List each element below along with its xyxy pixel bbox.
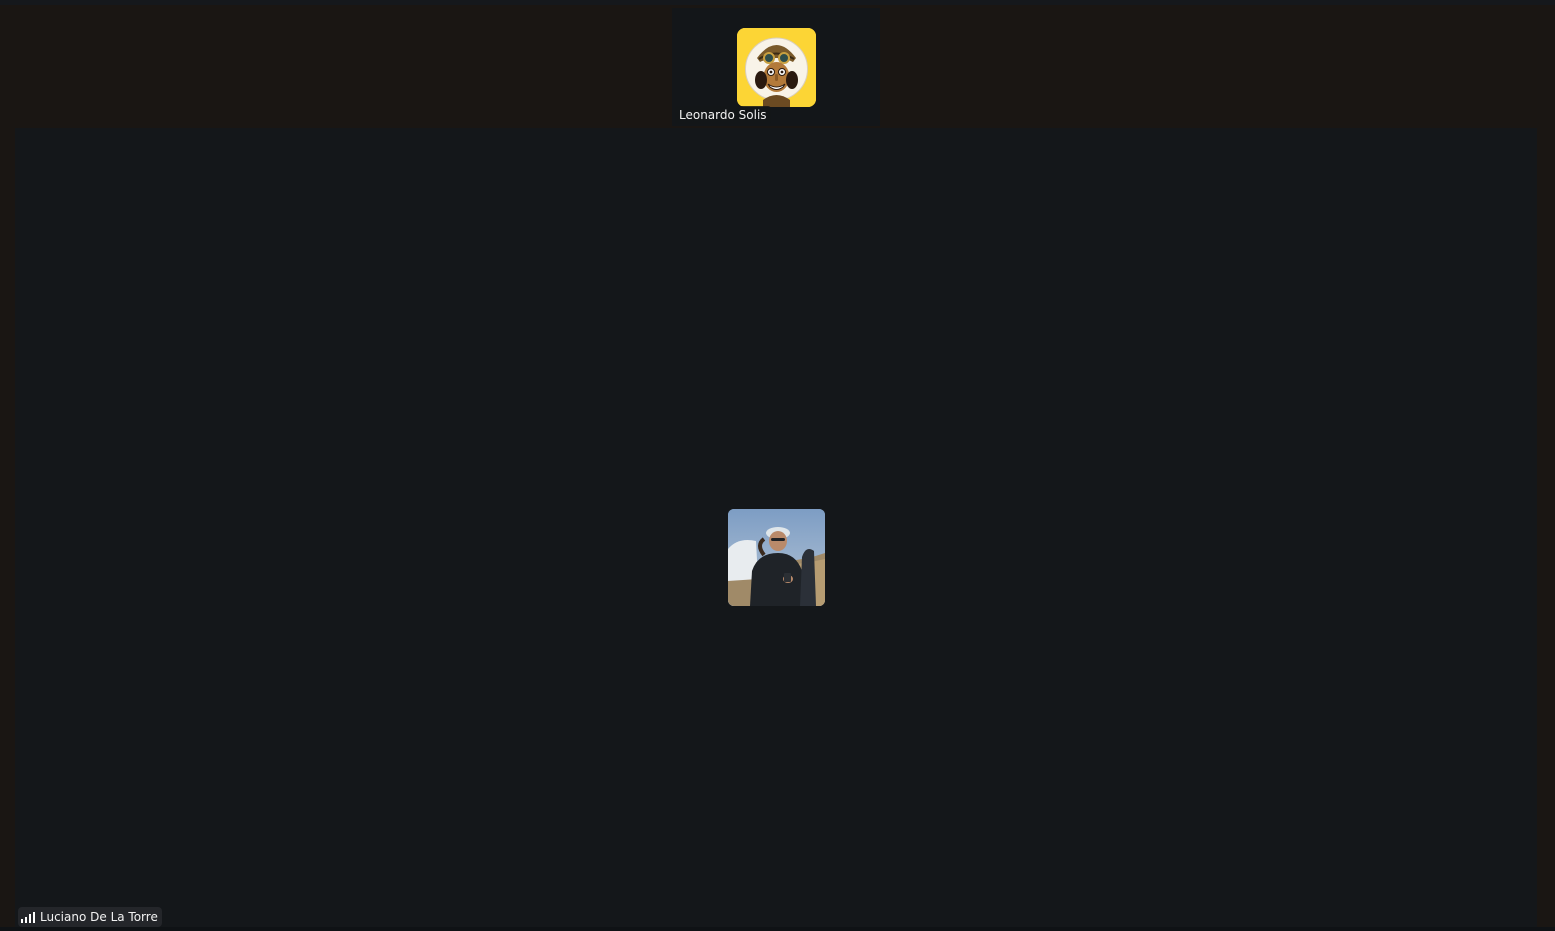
participant-thumbnail-tile[interactable]: Leonardo Solis [672, 8, 880, 126]
cartoon-character-avatar-icon [737, 28, 816, 107]
active-speaker-name-label: Luciano De La Torre [18, 907, 162, 927]
meeting-window: Leonardo Solis Luciano De La Torre [0, 0, 1555, 931]
top-edge [0, 0, 1555, 5]
bottom-edge [0, 927, 1555, 931]
signal-strength-icon [21, 911, 35, 923]
active-speaker-name: Luciano De La Torre [40, 910, 158, 924]
participant-name-label: Leonardo Solis [675, 106, 771, 124]
active-speaker-video[interactable]: Luciano De La Torre [15, 128, 1537, 927]
photo-avatar-icon [728, 509, 825, 606]
